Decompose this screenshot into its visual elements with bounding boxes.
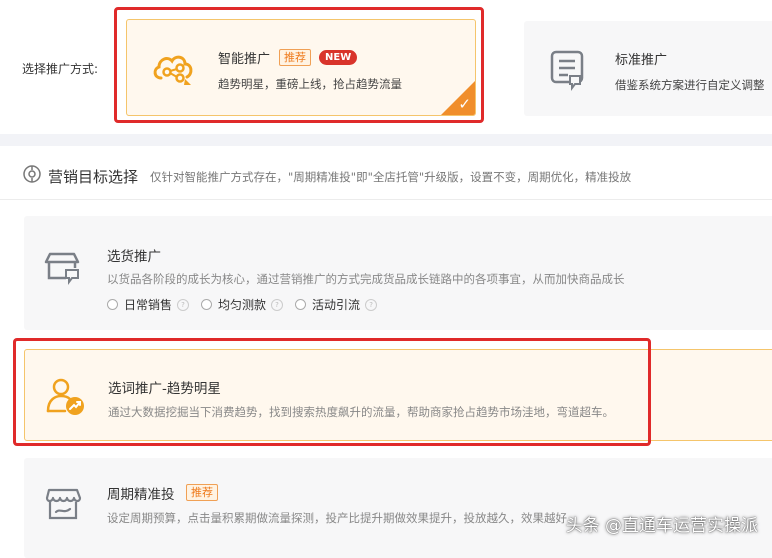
goal-desc-product: 以货品各阶段的成长为核心，通过营销推广的方式完成货品成长链路中的各项事宜，从而加… xyxy=(107,272,625,286)
highlight-box-goal xyxy=(13,338,651,446)
goal-title-product: 选货推广 xyxy=(107,249,161,265)
goal-card-product[interactable]: 选货推广 以货品各阶段的成长为核心，通过营销推广的方式完成货品成长链路中的各项事… xyxy=(24,216,772,330)
radio-daily-sales[interactable]: 日常销售 ? xyxy=(107,296,190,313)
section-subtitle: 仅针对智能推广方式存在，"周期精准投"即"全店托管"升级版，设置不变，周期优化，… xyxy=(150,170,632,184)
radio-button[interactable] xyxy=(201,299,213,310)
target-icon xyxy=(22,164,42,188)
radio-button[interactable] xyxy=(295,299,307,310)
watermark: 头条 @直通车运营实操派 xyxy=(565,516,758,536)
goal-card-cycle-precise[interactable]: 周期精准投 推荐 设定周期预算，点击量积累期做流量探测，投产比提升期做效果提升，… xyxy=(24,458,772,558)
method-label: 选择推广方式: xyxy=(22,62,99,76)
document-chat-icon xyxy=(548,49,588,95)
section-title: 营销目标选择 xyxy=(48,168,139,186)
radio-label: 活动引流 xyxy=(312,298,361,312)
goal-title-cycle-precise: 周期精准投 xyxy=(107,487,175,503)
help-icon[interactable]: ? xyxy=(271,298,284,311)
help-icon[interactable]: ? xyxy=(177,298,190,311)
section-line xyxy=(0,199,772,200)
radio-button[interactable] xyxy=(107,299,118,310)
radio-label: 均匀测款 xyxy=(218,298,267,312)
radio-even-test[interactable]: 均匀测款 ? xyxy=(201,296,284,313)
radio-label: 日常销售 xyxy=(124,298,173,312)
standard-promotion-desc: 借鉴系统方案进行自定义调整 xyxy=(615,78,765,92)
shop-card-icon xyxy=(44,246,84,290)
goal-desc-cycle-precise: 设定周期预算，点击量积累期做流量探测，投产比提升期做效果提升，投放越久，效果越好 xyxy=(107,511,567,525)
goal-options: 日常销售 ? 均匀测款 ? 活动引流 ? xyxy=(107,296,389,313)
highlight-box-method xyxy=(114,7,484,123)
standard-promotion-card[interactable]: 标准推广 借鉴系统方案进行自定义调整 xyxy=(524,21,772,116)
recommend-tag: 推荐 xyxy=(186,484,218,501)
standard-promotion-title: 标准推广 xyxy=(615,53,668,68)
store-icon xyxy=(44,484,84,528)
section-divider xyxy=(0,134,772,146)
radio-event-traffic[interactable]: 活动引流 ? xyxy=(295,296,378,313)
help-icon[interactable]: ? xyxy=(365,298,378,311)
